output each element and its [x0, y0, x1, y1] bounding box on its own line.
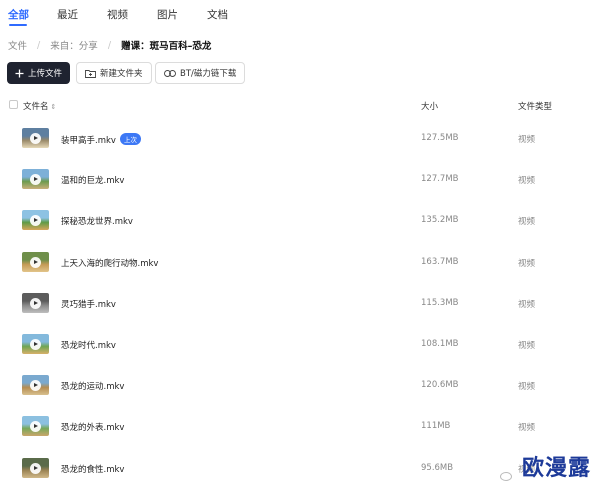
play-icon	[30, 463, 41, 474]
tab-all[interactable]: 全部	[8, 7, 29, 22]
play-icon	[30, 298, 41, 309]
file-name[interactable]: 灵巧猎手.mkv	[61, 298, 116, 310]
file-type: 视频	[518, 382, 536, 392]
column-header-type[interactable]: 文件类型	[518, 100, 552, 112]
bt-download-button-label: BT/磁力链下载	[180, 69, 237, 79]
file-name-text: 灵巧猎手.mkv	[61, 300, 116, 310]
folder-plus-icon	[85, 69, 96, 78]
video-thumbnail[interactable]	[22, 416, 49, 436]
file-type: 视频	[518, 217, 536, 227]
video-thumbnail[interactable]	[22, 210, 49, 230]
play-icon	[30, 215, 41, 226]
new-folder-button-label: 新建文件夹	[100, 69, 143, 79]
file-name-text: 装甲高手.mkv	[61, 136, 116, 146]
column-header-name[interactable]: 文件名 ⇕	[23, 100, 56, 112]
new-folder-button[interactable]: 新建文件夹	[76, 62, 152, 84]
video-thumbnail[interactable]	[22, 252, 49, 272]
play-icon	[30, 257, 41, 268]
file-size: 108.1MB	[421, 339, 459, 349]
watermark: 欧漫露	[500, 448, 594, 484]
watermark-brand: 欧漫露	[521, 456, 591, 481]
select-all-checkbox[interactable]	[9, 100, 18, 109]
file-size: 127.5MB	[421, 133, 459, 143]
file-type: 视频	[518, 423, 536, 433]
file-size: 135.2MB	[421, 215, 459, 225]
file-name-text: 恐龙的运动.mkv	[61, 382, 125, 392]
table-row[interactable]: 恐龙的运动.mkv 120.6MB 视频	[0, 365, 594, 405]
weibo-logo-icon	[500, 472, 512, 481]
table-row[interactable]: 灵巧猎手.mkv 115.3MB 视频	[0, 283, 594, 323]
file-size: 163.7MB	[421, 257, 459, 267]
sort-icon[interactable]: ⇕	[51, 103, 57, 111]
file-size: 120.6MB	[421, 380, 459, 390]
category-tabs: 全部 最近 视频 图片 文档	[0, 0, 594, 32]
video-thumbnail[interactable]	[22, 375, 49, 395]
file-name[interactable]: 探秘恐龙世界.mkv	[61, 215, 133, 227]
file-name-text: 恐龙的食性.mkv	[61, 465, 125, 475]
play-icon	[30, 133, 41, 144]
tab-recent[interactable]: 最近	[57, 7, 78, 22]
magnet-link-icon	[164, 69, 176, 78]
video-thumbnail[interactable]	[22, 458, 49, 478]
breadcrumb-separator: /	[107, 39, 112, 51]
table-row[interactable]: 恐龙的外表.mkv 111MB 视频	[0, 406, 594, 446]
table-row[interactable]: 探秘恐龙世界.mkv 135.2MB 视频	[0, 200, 594, 240]
file-name-text: 恐龙时代.mkv	[61, 341, 116, 351]
plus-icon	[15, 69, 24, 78]
table-row[interactable]: 恐龙时代.mkv 108.1MB 视频	[0, 324, 594, 364]
breadcrumb: 文件 / 来自：分享 / 赠课：斑马百科–恐龙	[8, 38, 212, 53]
file-size: 95.6MB	[421, 463, 454, 473]
file-name[interactable]: 恐龙时代.mkv	[61, 339, 116, 351]
file-size: 127.7MB	[421, 174, 459, 184]
column-header-size[interactable]: 大小	[421, 100, 438, 112]
file-name[interactable]: 恐龙的食性.mkv	[61, 463, 124, 475]
file-size: 115.3MB	[421, 298, 459, 308]
table-row[interactable]: 温和的巨龙.mkv 127.7MB 视频	[0, 159, 594, 199]
play-icon	[30, 421, 41, 432]
table-row[interactable]: 装甲高手.mkv 上次 127.5MB 视频	[0, 118, 594, 158]
tab-video[interactable]: 视频	[107, 7, 128, 22]
file-name[interactable]: 恐龙的运动.mkv	[61, 380, 124, 392]
tab-image[interactable]: 图片	[157, 7, 178, 22]
file-type: 视频	[518, 259, 536, 269]
play-icon	[30, 339, 41, 350]
file-size: 111MB	[421, 421, 451, 431]
breadcrumb-separator: /	[37, 39, 41, 51]
file-name-text: 恐龙的外表.mkv	[61, 423, 125, 433]
file-name[interactable]: 上天入海的爬行动物.mkv	[61, 257, 158, 269]
play-icon	[30, 380, 41, 391]
file-type: 视频	[518, 300, 536, 310]
upload-button-label: 上传文件	[28, 69, 63, 79]
video-thumbnail[interactable]	[22, 128, 49, 148]
file-type: 视频	[518, 341, 536, 351]
tab-document[interactable]: 文档	[207, 7, 228, 22]
file-name[interactable]: 恐龙的外表.mkv	[61, 421, 124, 433]
file-name[interactable]: 装甲高手.mkv 上次	[61, 133, 141, 146]
breadcrumb-current: 赠课：斑马百科–恐龙	[121, 41, 212, 52]
breadcrumb-from[interactable]: 来自：分享	[50, 38, 98, 52]
table-row[interactable]: 上天入海的爬行动物.mkv 163.7MB 视频	[0, 242, 594, 282]
file-type: 视频	[518, 135, 536, 145]
video-thumbnail[interactable]	[22, 334, 49, 354]
file-name[interactable]: 温和的巨龙.mkv	[61, 174, 124, 186]
video-thumbnail[interactable]	[22, 169, 49, 189]
active-tab-indicator	[9, 24, 27, 26]
file-name-text: 探秘恐龙世界.mkv	[61, 217, 133, 227]
file-type: 视频	[518, 176, 536, 186]
upload-button[interactable]: 上传文件	[7, 62, 71, 84]
breadcrumb-root[interactable]: 文件	[8, 38, 27, 52]
file-name-text: 温和的巨龙.mkv	[61, 176, 125, 186]
play-icon	[30, 174, 41, 185]
video-thumbnail[interactable]	[22, 293, 49, 313]
last-viewed-badge: 上次	[119, 133, 141, 145]
file-name-text: 上天入海的爬行动物.mkv	[61, 259, 159, 269]
table-header: 文件名 ⇕ 大小 文件类型	[0, 97, 594, 113]
bt-magnet-download-button[interactable]: BT/磁力链下载	[155, 62, 246, 84]
